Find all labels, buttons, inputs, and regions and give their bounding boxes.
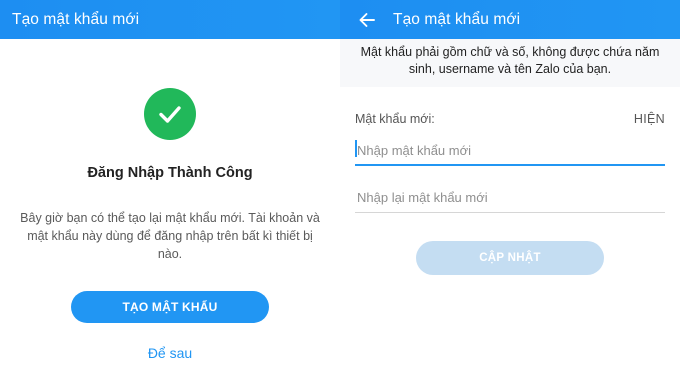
create-password-screen: Tạo mật khẩu mới Mật khẩu phải gồm chữ v…	[340, 0, 680, 382]
page-title: Tạo mật khẩu mới	[393, 10, 521, 28]
page-title: Tạo mật khẩu mới	[12, 10, 140, 28]
confirm-password-input[interactable]	[355, 183, 665, 213]
app-header-right: Tạo mật khẩu mới	[340, 0, 680, 39]
update-button[interactable]: CẬP NHẬT	[416, 241, 604, 275]
screen-pair: Tạo mật khẩu mới Đăng Nhập Thành Công Bâ…	[0, 0, 680, 382]
text-caret	[355, 140, 357, 157]
show-password-toggle[interactable]: HIỆN	[634, 112, 665, 126]
later-link[interactable]: Để sau	[0, 345, 340, 361]
success-icon-wrap	[0, 88, 340, 140]
success-description: Bây giờ bạn có thể tạo lại mật khẩu mới.…	[20, 211, 320, 261]
app-header-left: Tạo mật khẩu mới	[0, 0, 340, 39]
create-password-button[interactable]: TẠO MẬT KHẨU	[71, 291, 269, 323]
new-password-label: Mật khẩu mới:	[355, 112, 435, 126]
success-title: Đăng Nhập Thành Công	[87, 165, 253, 181]
password-rules-note: Mật khẩu phải gồm chữ và số, không được …	[360, 45, 660, 76]
arrow-left-icon[interactable]	[356, 9, 378, 31]
login-success-screen: Tạo mật khẩu mới Đăng Nhập Thành Công Bâ…	[0, 0, 340, 382]
new-password-input[interactable]	[355, 136, 665, 166]
check-circle-icon	[144, 88, 196, 140]
